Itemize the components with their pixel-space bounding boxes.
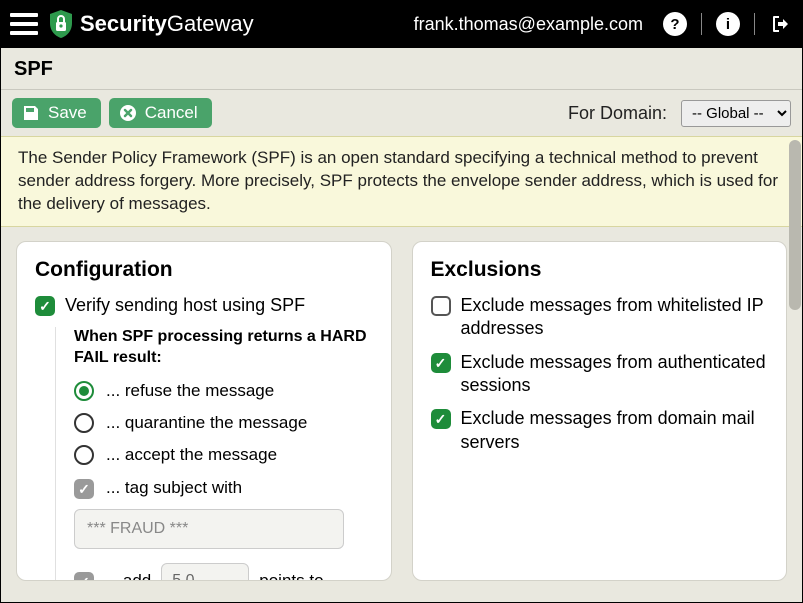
exclusion-whitelist-label: Exclude messages from whitelisted IP add… [461,294,769,341]
cancel-button-label: Cancel [145,103,198,123]
option-add-points[interactable]: ... add points to [74,563,373,581]
info-banner: The Sender Policy Framework (SPF) is an … [0,136,803,227]
hardfail-heading: When SPF processing returns a HARD FAIL … [74,327,373,369]
shield-lock-icon [48,9,74,39]
configuration-card: Configuration Verify sending host using … [16,241,392,581]
radio-refuse-label: ... refuse the message [106,381,274,401]
verify-spf-row[interactable]: Verify sending host using SPF [35,294,373,317]
exclusion-domainmail-label: Exclude messages from domain mail server… [461,407,769,454]
add-points-suffix: points to [259,571,323,581]
cancel-button[interactable]: Cancel [109,98,212,128]
logo-text-bold: Security [80,11,167,36]
verify-spf-checkbox[interactable] [35,296,55,316]
option-quarantine[interactable]: ... quarantine the message [74,413,373,433]
radio-accept-label: ... accept the message [106,445,277,465]
radio-refuse[interactable] [74,381,94,401]
exclusion-domainmail-row[interactable]: Exclude messages from domain mail server… [431,407,769,454]
divider [701,13,702,35]
add-points-checkbox[interactable] [74,572,94,581]
save-icon [22,104,40,122]
exclusion-whitelist-checkbox[interactable] [431,296,451,316]
tag-subject-label: ... tag subject with [106,478,242,498]
option-tag-subject[interactable]: ... tag subject with [74,477,373,499]
hardfail-block: When SPF processing returns a HARD FAIL … [55,327,373,581]
help-icon[interactable]: ? [663,12,687,36]
points-input[interactable] [161,563,249,581]
logout-icon[interactable] [769,12,793,36]
configuration-heading: Configuration [35,258,373,282]
menu-icon[interactable] [10,13,38,35]
save-button-label: Save [48,103,87,123]
exclusion-auth-checkbox[interactable] [431,353,451,373]
logo-text-light: Gateway [167,11,254,36]
radio-quarantine-label: ... quarantine the message [106,413,307,433]
exclusion-whitelist-row[interactable]: Exclude messages from whitelisted IP add… [431,294,769,341]
add-points-prefix: ... add [104,571,151,581]
divider [754,13,755,35]
exclusions-heading: Exclusions [431,258,769,282]
scrollbar-thumb[interactable] [789,140,801,310]
tag-subject-input[interactable] [74,509,344,549]
main-content: Configuration Verify sending host using … [0,227,803,595]
exclusion-domainmail-checkbox[interactable] [431,409,451,429]
exclusion-auth-row[interactable]: Exclude messages from authenticated sess… [431,351,769,398]
about-icon[interactable]: i [716,12,740,36]
exclusions-card: Exclusions Exclude messages from whiteli… [412,241,788,581]
radio-accept[interactable] [74,445,94,465]
tag-subject-checkbox[interactable] [74,479,94,499]
app-header: SecurityGateway frank.thomas@example.com… [0,0,803,48]
app-logo: SecurityGateway [48,9,254,39]
cancel-icon [119,104,137,122]
page-title: SPF [0,48,803,90]
option-accept[interactable]: ... accept the message [74,445,373,465]
toolbar: Save Cancel For Domain: -- Global -- [0,90,803,136]
domain-label: For Domain: [568,103,667,124]
verify-spf-label: Verify sending host using SPF [65,294,373,317]
current-user-email[interactable]: frank.thomas@example.com [414,14,643,35]
radio-quarantine[interactable] [74,413,94,433]
exclusion-auth-label: Exclude messages from authenticated sess… [461,351,769,398]
save-button[interactable]: Save [12,98,101,128]
domain-select[interactable]: -- Global -- [681,100,791,127]
option-refuse[interactable]: ... refuse the message [74,381,373,401]
